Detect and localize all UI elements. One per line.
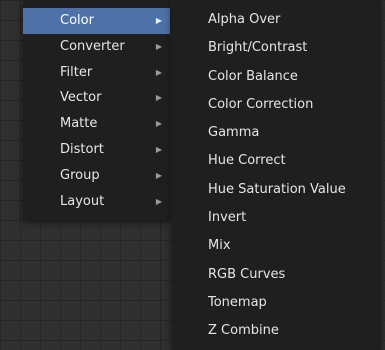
submenu-item-label: Hue Saturation Value	[208, 181, 346, 197]
submenu-item-z-combine[interactable]: Z Combine	[172, 317, 380, 345]
submenu-item-mix[interactable]: Mix	[172, 232, 380, 260]
submenu-arrow-icon: ▶	[155, 170, 162, 180]
menu-item-label: Group	[60, 167, 100, 183]
submenu-arrow-icon: ▶	[155, 93, 162, 103]
menu-item-matte[interactable]: Matte ▶	[23, 111, 170, 137]
menu-item-label: Filter	[60, 64, 93, 80]
submenu-arrow-icon: ▶	[155, 16, 162, 25]
submenu-item-label: Gamma	[208, 125, 260, 141]
submenu-item-label: Alpha Over	[208, 12, 281, 27]
submenu-item-label: Bright/Contrast	[208, 40, 308, 56]
submenu-arrow-icon: ▶	[155, 144, 162, 154]
submenu-arrow-icon: ▶	[155, 196, 162, 206]
submenu-item-label: Z Combine	[208, 323, 279, 339]
submenu-item-alpha-over[interactable]: Alpha Over	[172, 6, 380, 34]
color-node-submenu: Alpha Over Bright/Contrast Color Balance…	[172, 0, 380, 350]
menu-item-label: Color	[60, 13, 94, 28]
menu-item-label: Matte	[60, 116, 98, 132]
submenu-arrow-icon: ▶	[155, 41, 162, 51]
submenu-item-label: Color Correction	[208, 96, 314, 112]
submenu-item-invert[interactable]: Invert	[172, 204, 380, 232]
menu-item-label: Vector	[60, 90, 102, 106]
submenu-item-gamma[interactable]: Gamma	[172, 119, 380, 147]
submenu-item-label: Mix	[208, 238, 231, 254]
node-category-menu: Color ▶ Converter ▶ Filter ▶ Vector ▶ Ma…	[23, 0, 170, 220]
menu-item-label: Distort	[60, 141, 104, 157]
submenu-item-hue-saturation-value[interactable]: Hue Saturation Value	[172, 176, 380, 204]
submenu-item-color-balance[interactable]: Color Balance	[172, 63, 380, 91]
submenu-item-label: Color Balance	[208, 68, 298, 84]
menu-item-label: Converter	[60, 38, 125, 54]
menu-item-distort[interactable]: Distort ▶	[23, 137, 170, 163]
submenu-item-color-correction[interactable]: Color Correction	[172, 91, 380, 119]
menu-item-label: Layout	[60, 193, 105, 209]
menu-item-vector[interactable]: Vector ▶	[23, 85, 170, 111]
menu-item-converter[interactable]: Converter ▶	[23, 34, 170, 60]
submenu-item-hue-correct[interactable]: Hue Correct	[172, 147, 380, 175]
submenu-item-label: Tonemap	[208, 294, 267, 310]
menu-item-layout[interactable]: Layout ▶	[23, 189, 170, 215]
submenu-item-bright-contrast[interactable]: Bright/Contrast	[172, 34, 380, 62]
menu-item-color[interactable]: Color ▶	[23, 8, 170, 34]
submenu-item-label: RGB Curves	[208, 266, 286, 282]
submenu-item-rgb-curves[interactable]: RGB Curves	[172, 261, 380, 289]
submenu-item-label: Hue Correct	[208, 153, 286, 169]
menu-item-filter[interactable]: Filter ▶	[23, 60, 170, 86]
submenu-item-tonemap[interactable]: Tonemap	[172, 289, 380, 317]
submenu-arrow-icon: ▶	[155, 67, 162, 77]
menu-item-group[interactable]: Group ▶	[23, 163, 170, 189]
submenu-item-label: Invert	[208, 210, 247, 226]
submenu-arrow-icon: ▶	[155, 119, 162, 129]
